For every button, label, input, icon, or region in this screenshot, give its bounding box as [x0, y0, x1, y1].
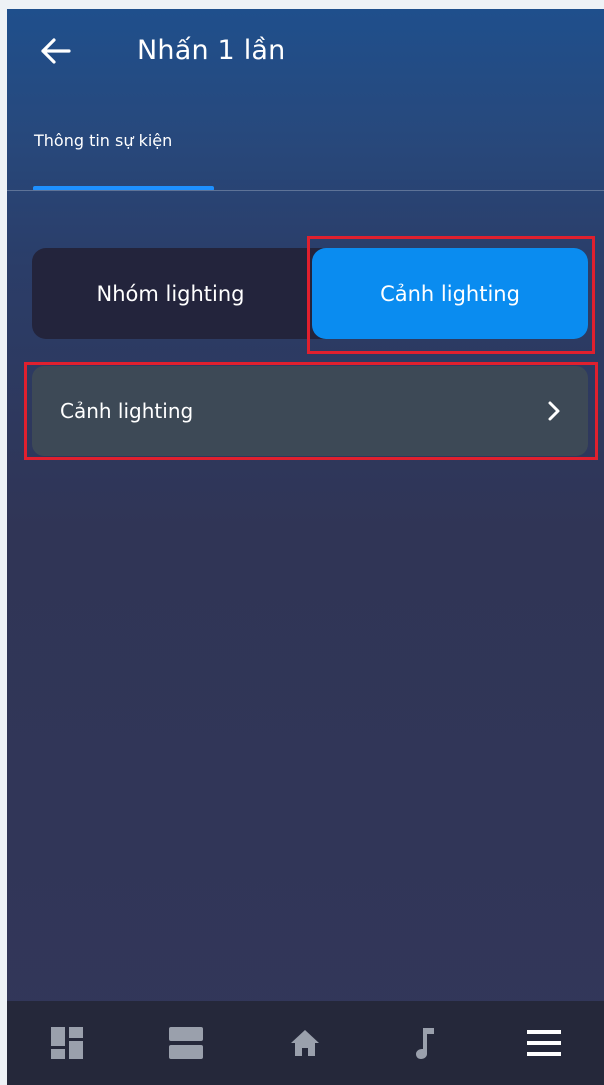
nav-dashboard[interactable] [37, 1013, 97, 1073]
highlight-box-list-item [24, 362, 598, 460]
nav-music[interactable] [395, 1013, 455, 1073]
highlight-box-segment [307, 236, 595, 354]
page-title: Nhấn 1 lần [137, 35, 286, 66]
music-icon [415, 1028, 434, 1059]
bottom-navigation [7, 1001, 604, 1085]
tab-divider [7, 190, 604, 191]
arrow-left-icon [41, 38, 71, 64]
app-screen: Nhấn 1 lần Thông tin sự kiện Nhóm lighti… [7, 9, 604, 1085]
segment-group-lighting[interactable]: Nhóm lighting [32, 248, 309, 339]
nav-menu[interactable] [514, 1013, 574, 1073]
tab-event-info[interactable]: Thông tin sự kiện [34, 131, 172, 150]
rooms-icon [169, 1027, 204, 1059]
menu-icon [527, 1030, 562, 1056]
dashboard-icon [50, 1027, 83, 1059]
back-button[interactable] [35, 31, 75, 71]
home-icon [291, 1030, 320, 1056]
nav-rooms[interactable] [156, 1013, 216, 1073]
nav-home[interactable] [275, 1013, 335, 1073]
